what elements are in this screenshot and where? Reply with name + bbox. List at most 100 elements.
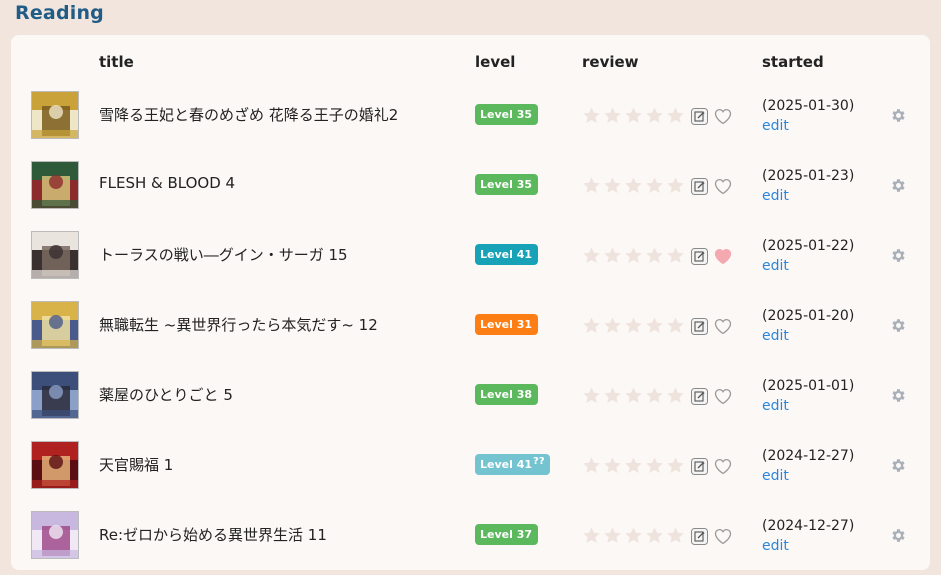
star-icon[interactable] bbox=[582, 316, 601, 336]
heart-icon[interactable] bbox=[714, 178, 732, 195]
star-icon[interactable] bbox=[666, 386, 685, 406]
star-icon[interactable] bbox=[624, 386, 643, 406]
gear-icon[interactable] bbox=[890, 177, 907, 194]
rating-stars[interactable] bbox=[582, 526, 685, 546]
edit-start-date-link[interactable]: edit bbox=[762, 468, 789, 484]
edit-start-date-link[interactable]: edit bbox=[762, 328, 789, 344]
star-icon[interactable] bbox=[624, 106, 643, 126]
star-icon[interactable] bbox=[603, 106, 622, 126]
star-icon[interactable] bbox=[603, 246, 622, 266]
star-icon[interactable] bbox=[645, 246, 664, 266]
heart-icon[interactable] bbox=[714, 388, 732, 405]
star-icon[interactable] bbox=[582, 246, 601, 266]
rating-stars[interactable] bbox=[582, 316, 685, 336]
book-title[interactable]: 薬屋のひとりごと 5 bbox=[99, 384, 233, 405]
star-icon[interactable] bbox=[666, 176, 685, 196]
star-icon[interactable] bbox=[603, 386, 622, 406]
edit-review-icon[interactable] bbox=[691, 178, 708, 195]
edit-start-date-link[interactable]: edit bbox=[762, 188, 789, 204]
star-icon[interactable] bbox=[645, 456, 664, 476]
star-icon[interactable] bbox=[582, 176, 601, 196]
heart-icon[interactable] bbox=[714, 108, 732, 125]
star-icon[interactable] bbox=[582, 386, 601, 406]
started-date: (2025-01-23) bbox=[762, 168, 855, 184]
star-icon[interactable] bbox=[624, 246, 643, 266]
star-icon[interactable] bbox=[645, 526, 664, 546]
gear-icon[interactable] bbox=[890, 457, 907, 474]
edit-review-icon[interactable] bbox=[691, 388, 708, 405]
edit-start-date-link[interactable]: edit bbox=[762, 258, 789, 274]
star-icon[interactable] bbox=[666, 246, 685, 266]
book-cover-image[interactable] bbox=[31, 511, 79, 559]
edit-review-icon[interactable] bbox=[691, 318, 708, 335]
rating-stars[interactable] bbox=[582, 456, 685, 476]
book-title[interactable]: 無職転生 ~異世界行ったら本気だす~ 12 bbox=[99, 314, 378, 335]
edit-start-date-link[interactable]: edit bbox=[762, 118, 789, 134]
level-badge: Level 31 bbox=[475, 314, 539, 335]
section-title: Reading bbox=[15, 2, 104, 24]
book-title[interactable]: 天官賜福 1 bbox=[99, 454, 173, 475]
star-icon[interactable] bbox=[624, 526, 643, 546]
level-label: Level 41 bbox=[480, 248, 533, 261]
edit-review-icon[interactable] bbox=[691, 528, 708, 545]
table-row: トーラスの戦い―グイン・サーガ 15 Level 41 (2025-01-22)… bbox=[11, 211, 930, 281]
star-icon[interactable] bbox=[582, 106, 601, 126]
edit-review-icon[interactable] bbox=[691, 108, 708, 125]
rating-stars[interactable] bbox=[582, 246, 685, 266]
table-row: 無職転生 ~異世界行ったら本気だす~ 12 Level 31 (2025-01-… bbox=[11, 281, 930, 351]
heart-icon[interactable] bbox=[714, 528, 732, 545]
edit-start-date-link[interactable]: edit bbox=[762, 538, 789, 554]
star-icon[interactable] bbox=[666, 316, 685, 336]
star-icon[interactable] bbox=[666, 456, 685, 476]
gear-icon[interactable] bbox=[890, 107, 907, 124]
gear-icon[interactable] bbox=[890, 317, 907, 334]
book-cover-image[interactable] bbox=[31, 301, 79, 349]
star-icon[interactable] bbox=[603, 176, 622, 196]
rating-stars[interactable] bbox=[582, 176, 685, 196]
heart-icon[interactable] bbox=[714, 318, 732, 335]
star-icon[interactable] bbox=[624, 176, 643, 196]
edit-review-icon[interactable] bbox=[691, 458, 708, 475]
started-date: (2025-01-22) bbox=[762, 238, 855, 254]
level-badge: Level 41 bbox=[475, 244, 539, 265]
edit-review-icon[interactable] bbox=[691, 248, 708, 265]
edit-start-date-link[interactable]: edit bbox=[762, 398, 789, 414]
book-cover-image[interactable] bbox=[31, 441, 79, 489]
star-icon[interactable] bbox=[582, 526, 601, 546]
heart-icon[interactable] bbox=[714, 458, 732, 475]
book-cover-image[interactable] bbox=[31, 161, 79, 209]
book-cover-image[interactable] bbox=[31, 231, 79, 279]
level-badge: Level 37 bbox=[475, 524, 539, 545]
star-icon[interactable] bbox=[624, 456, 643, 476]
star-icon[interactable] bbox=[603, 526, 622, 546]
level-label: Level 35 bbox=[480, 178, 533, 191]
book-title[interactable]: FLESH & BLOOD 4 bbox=[99, 174, 235, 192]
book-cover-image[interactable] bbox=[31, 371, 79, 419]
star-icon[interactable] bbox=[666, 526, 685, 546]
book-title[interactable]: トーラスの戦い―グイン・サーガ 15 bbox=[99, 244, 348, 265]
rating-stars[interactable] bbox=[582, 386, 685, 406]
heart-icon[interactable] bbox=[714, 248, 732, 265]
column-header-review: review bbox=[582, 53, 639, 71]
book-title[interactable]: Re:ゼロから始める異世界生活 11 bbox=[99, 524, 327, 545]
started-date: (2024-12-27) bbox=[762, 448, 855, 464]
gear-icon[interactable] bbox=[890, 247, 907, 264]
star-icon[interactable] bbox=[645, 176, 664, 196]
table-row: Re:ゼロから始める異世界生活 11 Level 37 (2024-12-27)… bbox=[11, 491, 930, 561]
book-cover-image[interactable] bbox=[31, 91, 79, 139]
star-icon[interactable] bbox=[645, 106, 664, 126]
star-icon[interactable] bbox=[666, 106, 685, 126]
star-icon[interactable] bbox=[645, 316, 664, 336]
table-row: 薬屋のひとりごと 5 Level 38 (2025-01-01) edit bbox=[11, 351, 930, 421]
star-icon[interactable] bbox=[645, 386, 664, 406]
star-icon[interactable] bbox=[582, 456, 601, 476]
table-row: 天官賜福 1 Level 41?? (2024-12-27) edit bbox=[11, 421, 930, 491]
rating-stars[interactable] bbox=[582, 106, 685, 126]
star-icon[interactable] bbox=[603, 456, 622, 476]
gear-icon[interactable] bbox=[890, 527, 907, 544]
star-icon[interactable] bbox=[624, 316, 643, 336]
gear-icon[interactable] bbox=[890, 387, 907, 404]
started-date: (2025-01-20) bbox=[762, 308, 855, 324]
book-title[interactable]: 雪降る王妃と春のめざめ 花降る王子の婚礼2 bbox=[99, 104, 398, 125]
star-icon[interactable] bbox=[603, 316, 622, 336]
